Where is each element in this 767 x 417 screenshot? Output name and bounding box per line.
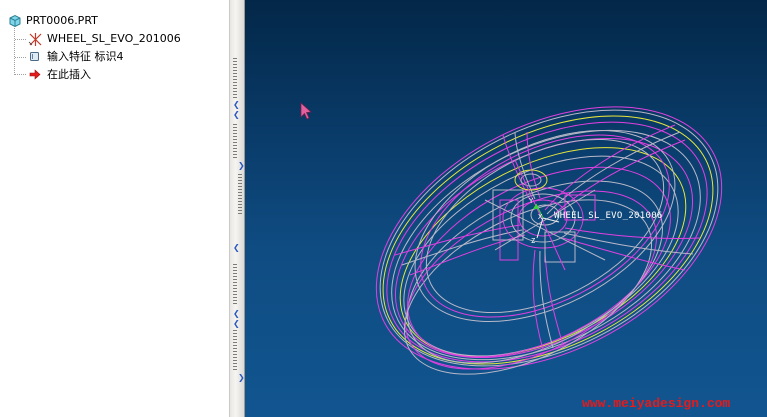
collapse-left-arrow-icon[interactable]: ❮ <box>233 101 240 109</box>
tree-item-label: WHEEL_SL_EVO_201006 <box>47 32 181 45</box>
splitter-grip[interactable] <box>233 124 237 158</box>
insert-here-arrow-icon <box>29 69 41 80</box>
panel-splitter[interactable]: ❮ ❮ ❯ ❮ ❮ ❮ ❯ <box>230 0 245 417</box>
collapse-left-arrow-icon[interactable]: ❮ <box>233 244 240 252</box>
graphics-viewport[interactable]: X Y Z WHEEL_SL_EVO_201006 www.meiyadesig… <box>245 0 767 417</box>
coordinate-system-icon <box>28 33 42 46</box>
model-csys-label: WHEEL_SL_EVO_201006 <box>554 211 663 221</box>
splitter-grip[interactable] <box>233 264 237 304</box>
expand-right-arrow-icon[interactable]: ❯ <box>238 162 245 170</box>
collapse-left-arrow-icon[interactable]: ❮ <box>233 320 240 328</box>
splitter-grip[interactable] <box>238 174 242 214</box>
tree-item-label: 输入特征 标识4 <box>47 50 124 63</box>
collapse-left-arrow-icon[interactable]: ❮ <box>233 310 240 318</box>
csys-z-label: Z <box>531 237 535 245</box>
wheel-wireframe-model: X Y Z <box>300 102 723 375</box>
collapse-left-arrow-icon[interactable]: ❮ <box>233 111 240 119</box>
watermark-text: www.meiyadesign.com <box>582 396 731 411</box>
tree-item-label: 在此插入 <box>47 68 91 81</box>
model-tree-panel: PRT0006.PRT WHEEL_SL_EVO_201006 输入特征 标识4… <box>0 0 230 417</box>
splitter-grip[interactable] <box>233 330 237 370</box>
expand-right-arrow-icon[interactable]: ❯ <box>238 374 245 382</box>
import-feature-icon <box>30 52 39 61</box>
mouse-pointer-icon <box>300 102 312 120</box>
splitter-grip[interactable] <box>233 58 237 98</box>
